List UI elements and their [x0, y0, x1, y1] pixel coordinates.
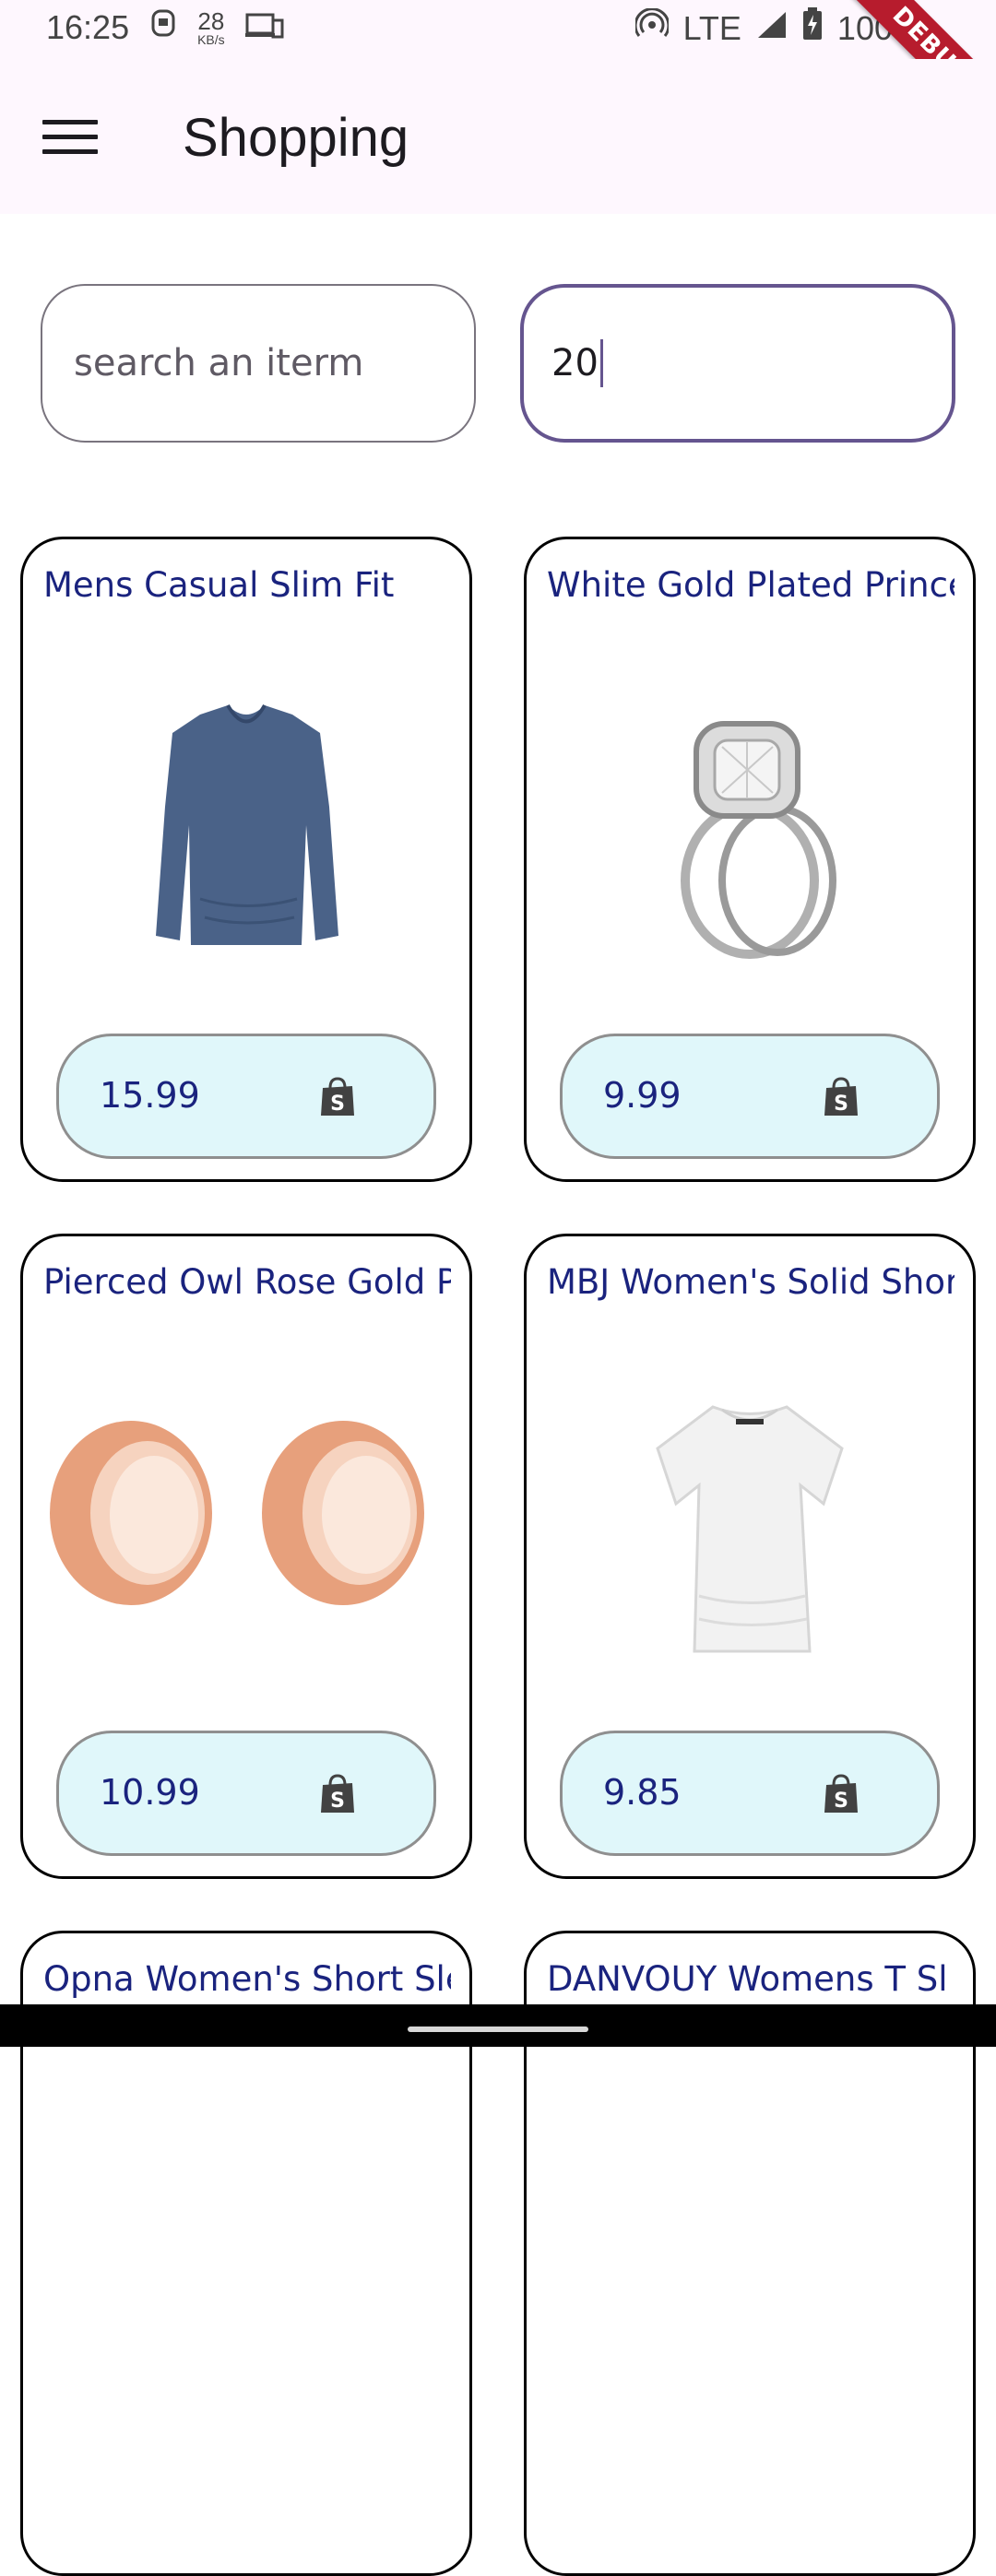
hotspot-icon [634, 7, 670, 48]
add-to-cart-button[interactable]: 15.99 S [56, 1034, 436, 1159]
product-card[interactable]: MBJ Women's Solid Shor 9.85 S [524, 1234, 976, 1879]
product-price: 9.85 [603, 1772, 682, 1813]
add-to-cart-button[interactable]: 10.99 S [56, 1731, 436, 1856]
price-filter-value[interactable]: 20 [551, 342, 599, 384]
product-image [23, 696, 469, 963]
product-title: Opna Women's Short Sle [43, 1959, 451, 1999]
product-price: 9.99 [603, 1075, 682, 1116]
page-title: Shopping [183, 108, 409, 168]
status-time: 16:25 [46, 7, 130, 46]
product-card[interactable]: Pierced Owl Rose Gold P 10.99 S [20, 1234, 472, 1879]
search-input[interactable] [72, 341, 474, 385]
system-navigation-bar [0, 2004, 996, 2047]
product-price: 15.99 [100, 1075, 200, 1116]
devices-icon [244, 8, 284, 47]
shopping-bag-icon: S [319, 1774, 356, 1814]
signal-icon [756, 9, 788, 48]
svg-text:S: S [834, 1790, 848, 1813]
shopping-bag-icon: S [823, 1774, 860, 1814]
shopping-bag-icon: S [319, 1077, 356, 1117]
product-image [527, 696, 973, 963]
text-cursor [599, 339, 603, 387]
svg-text:S: S [834, 1093, 848, 1116]
product-price: 10.99 [100, 1772, 200, 1813]
product-title: MBJ Women's Solid Shor [547, 1262, 954, 1302]
add-to-cart-button[interactable]: 9.85 S [560, 1731, 940, 1856]
price-filter-field[interactable]: 20 [520, 284, 955, 443]
notification-icon [149, 7, 177, 47]
menu-icon[interactable] [42, 120, 98, 157]
home-gesture-handle[interactable] [408, 2027, 588, 2032]
product-title: DANVOUY Womens T Sl [547, 1959, 948, 1999]
status-bar: 16:25 28 KB/s LTE 100% [0, 0, 996, 59]
search-field[interactable] [41, 284, 476, 443]
product-image [23, 1393, 469, 1660]
network-type: LTE [682, 8, 741, 47]
product-card[interactable]: White Gold Plated Prince 9.99 S [524, 537, 976, 1182]
add-to-cart-button[interactable]: 9.99 S [560, 1034, 940, 1159]
svg-text:S: S [330, 1093, 345, 1116]
product-title: White Gold Plated Prince [547, 565, 954, 605]
product-card[interactable]: Mens Casual Slim Fit 15.99 S [20, 537, 472, 1182]
product-image [527, 1393, 973, 1660]
product-title: Mens Casual Slim Fit [43, 565, 395, 605]
shopping-bag-icon: S [823, 1077, 860, 1117]
network-speed: 28 KB/s [197, 6, 225, 47]
battery-icon [802, 7, 823, 49]
app-bar: Shopping [0, 59, 996, 214]
svg-text:S: S [330, 1790, 345, 1813]
product-title: Pierced Owl Rose Gold P [43, 1262, 451, 1302]
